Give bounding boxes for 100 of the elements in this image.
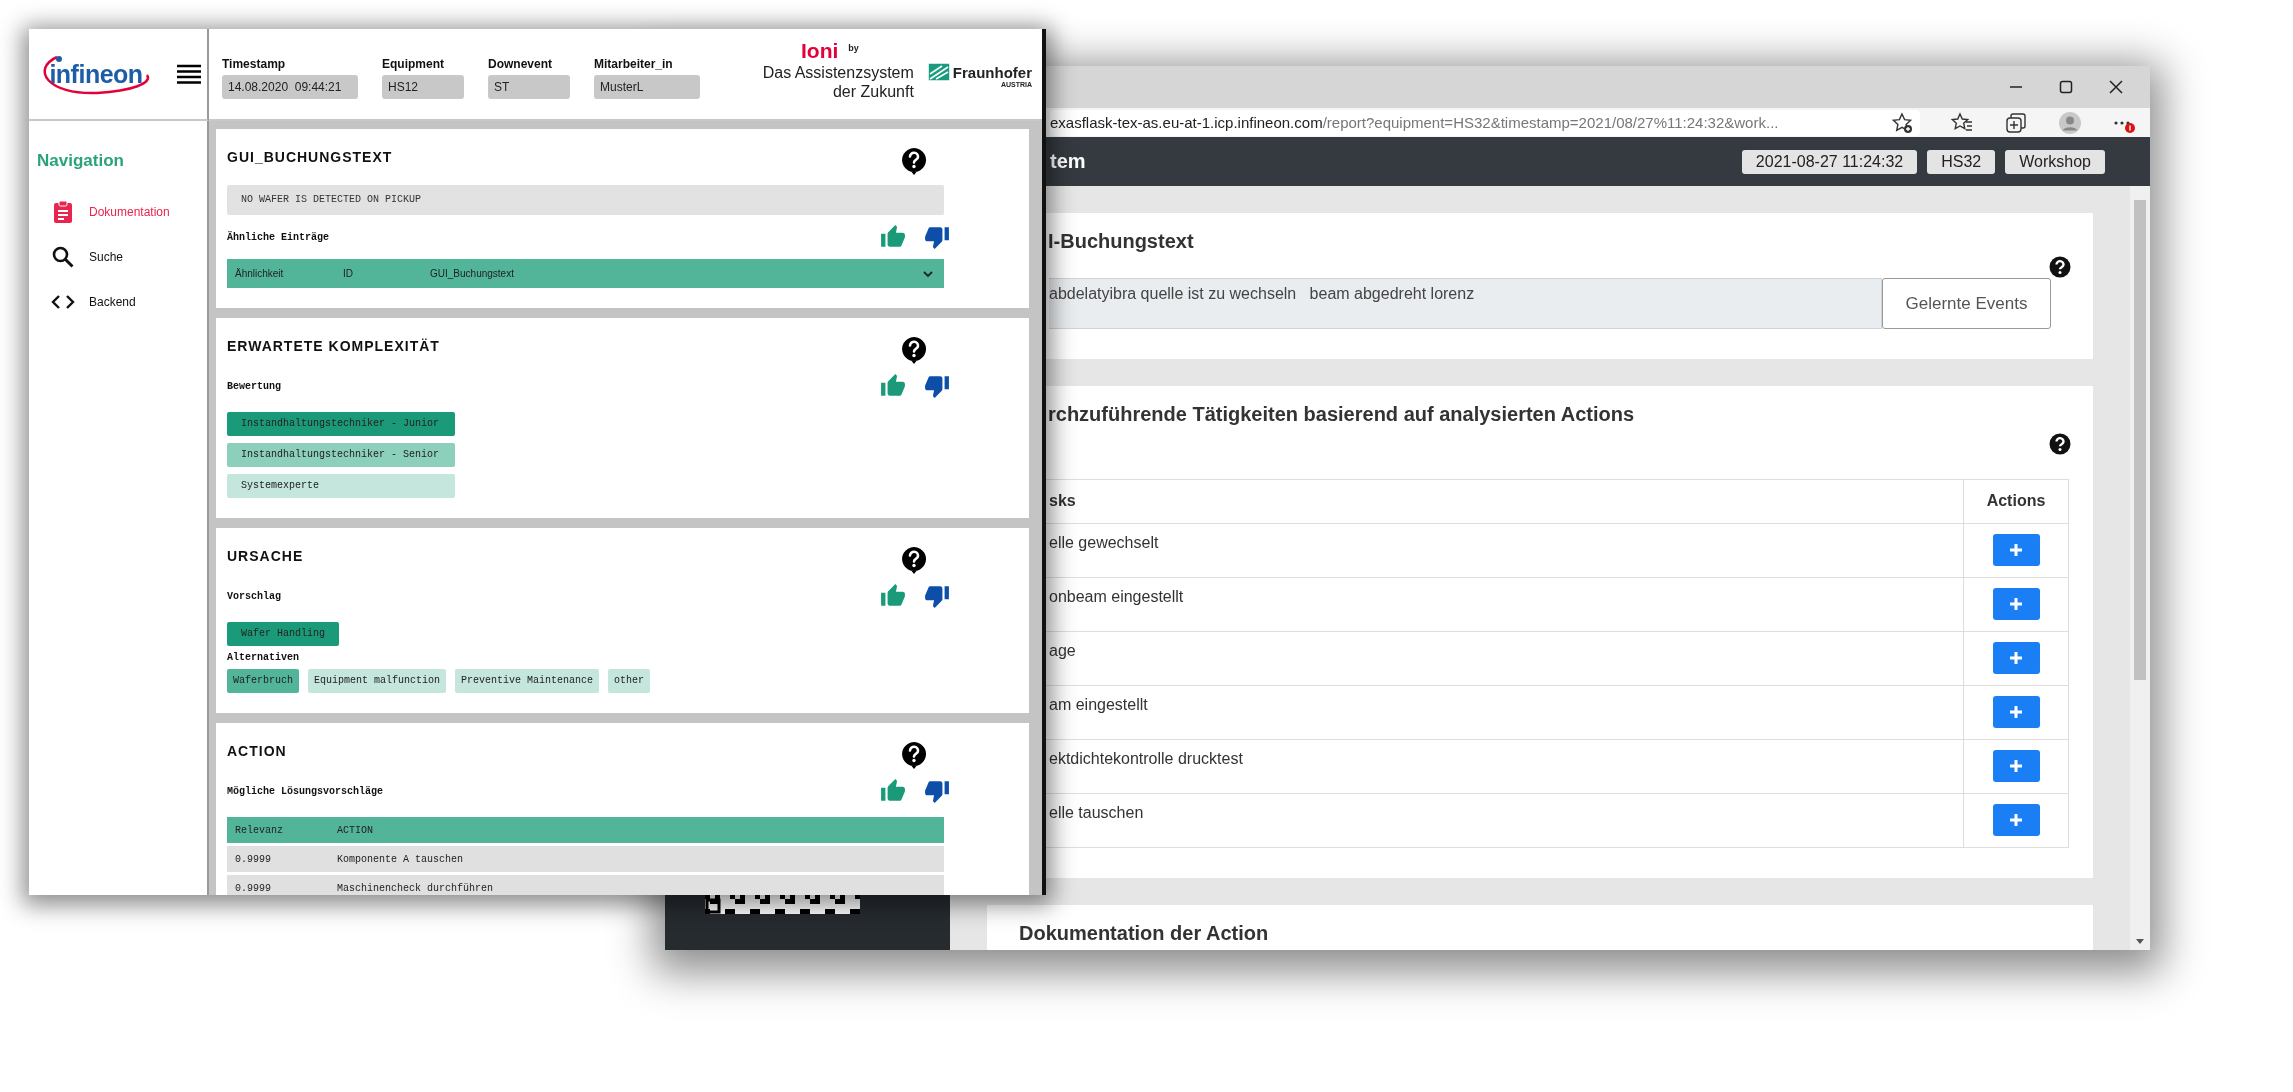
header-button[interactable]: 2021-08-27 11:24:32 bbox=[1741, 149, 1918, 174]
subtitle: Vorschlag bbox=[227, 590, 281, 602]
subtitle: Alternativen bbox=[227, 652, 300, 663]
navigation-title: Navigation bbox=[37, 151, 125, 171]
alternative-tag[interactable]: Waferbruch bbox=[227, 669, 299, 693]
rating-option[interactable]: Instandhaltungstechniker - Senior bbox=[227, 443, 455, 467]
text-area[interactable]: abdelatyibra quelle ist zu wechseln beam abgedreht lorenz bbox=[1049, 278, 1882, 329]
section-title: Dokumentation der Action bbox=[1018, 921, 1270, 946]
text-field[interactable]: NO WAFER IS DETECTED ON PICKUP bbox=[227, 185, 944, 215]
subtitle: Bewertung bbox=[227, 380, 281, 392]
dropdown-label: ID bbox=[342, 268, 354, 279]
dropdown-label: GUI_Buchungstext bbox=[429, 268, 514, 279]
nav-item[interactable]: Dokumentation bbox=[37, 189, 207, 234]
rating-option[interactable]: Instandhaltungstechniker - Junior bbox=[227, 412, 455, 436]
add-button[interactable] bbox=[1992, 750, 2040, 782]
thumbs-down-icon[interactable] bbox=[924, 373, 950, 399]
alternative-tag[interactable]: Preventive Maintenance bbox=[455, 669, 600, 693]
url-host: exasflask-tex-as.eu-at-1.icp.infineon.com bbox=[1050, 114, 1323, 131]
thumbs-down-icon[interactable] bbox=[924, 583, 950, 609]
column-header: Actions bbox=[1963, 480, 2068, 523]
add-button[interactable] bbox=[1992, 642, 2040, 674]
help-icon[interactable] bbox=[901, 336, 927, 364]
card-title: GUI_BUCHUNGSTEXT bbox=[227, 149, 393, 165]
thumbs-up-icon[interactable] bbox=[880, 583, 906, 609]
brand-tagline: Das Assistenzsystem bbox=[762, 63, 914, 82]
plus-icon bbox=[2008, 596, 2024, 612]
suggestion-tag[interactable]: Wafer Handling bbox=[227, 622, 339, 646]
thumbs-down-icon[interactable] bbox=[924, 778, 950, 804]
table-cell-text: 0.9999 bbox=[234, 882, 272, 894]
table-cell-text: am eingestellt bbox=[1048, 695, 1149, 715]
table-cell-text: onbeam eingestellt bbox=[1048, 587, 1185, 607]
table-cell-text: age bbox=[1048, 641, 1077, 661]
card-title: ACTION bbox=[227, 743, 287, 759]
add-button[interactable] bbox=[1992, 804, 2040, 836]
alternative-tag[interactable]: other bbox=[608, 669, 651, 693]
field-value[interactable]: 14.08.2020 09:44:21 bbox=[222, 75, 358, 99]
thumbs-up-icon[interactable] bbox=[880, 224, 906, 250]
thumbs-down-icon[interactable] bbox=[924, 224, 950, 250]
collections-icon[interactable] bbox=[2004, 110, 2028, 135]
add-button[interactable] bbox=[1992, 696, 2040, 728]
rating-option[interactable]: Systemexperte bbox=[227, 474, 455, 498]
thumbs-up-icon[interactable] bbox=[880, 373, 906, 399]
help-icon[interactable] bbox=[2049, 256, 2071, 278]
plus-icon bbox=[2008, 650, 2024, 666]
url-path: /report?equipment=HS32&timestamp=2021/08/27%11:24:32&work... bbox=[1322, 114, 1779, 131]
alternative-tag[interactable]: Equipment malfunction bbox=[308, 669, 447, 693]
help-icon[interactable] bbox=[901, 741, 927, 769]
app-title: tem bbox=[1050, 150, 1086, 173]
table-cell-text: ektdichtekontrolle drucktest bbox=[1048, 749, 1244, 769]
field-value[interactable]: MusterL bbox=[594, 75, 700, 99]
company-logo: infineon bbox=[37, 49, 155, 99]
plus-icon bbox=[2008, 812, 2024, 828]
table-cell-text: elle tauschen bbox=[1048, 803, 1145, 823]
add-button[interactable] bbox=[1992, 588, 2040, 620]
column-header: Relevanz bbox=[234, 824, 284, 836]
header-button[interactable]: Workshop bbox=[2005, 149, 2105, 174]
brand-by: by bbox=[848, 42, 859, 55]
thumbs-up-icon[interactable] bbox=[880, 778, 906, 804]
table-row[interactable]: 0.9999 Maschinencheck durchführen bbox=[227, 875, 944, 895]
table-cell-text: Komponente A tauschen bbox=[336, 853, 464, 865]
field-label: Timestamp bbox=[222, 57, 287, 71]
column-header: sks bbox=[1048, 491, 1077, 511]
subtitle: Ähnliche Einträge bbox=[227, 231, 330, 243]
section-title: I-Buchungstext bbox=[1047, 229, 1195, 254]
nav-item[interactable]: Backend bbox=[37, 279, 207, 324]
partner-logo-icon bbox=[927, 63, 950, 81]
card-title: URSACHE bbox=[227, 548, 304, 564]
table-cell-text: Maschinencheck durchführen bbox=[336, 882, 494, 894]
search-icon bbox=[51, 244, 75, 269]
profile-icon[interactable] bbox=[2058, 110, 2082, 135]
brand-name: Ioni bbox=[801, 39, 839, 63]
subtitle: Mögliche Lösungsvorschläge bbox=[227, 785, 384, 797]
help-icon[interactable] bbox=[901, 147, 927, 175]
header-button[interactable]: HS32 bbox=[1927, 149, 1996, 174]
field-value[interactable]: ST bbox=[488, 75, 570, 99]
section-title: rchzuführende Tätigkeiten basierend auf analysierten Actions bbox=[1047, 402, 1636, 427]
field-label: Downevent bbox=[488, 57, 553, 71]
field-value[interactable]: HS12 bbox=[382, 75, 464, 99]
table-row[interactable]: 0.9999 Komponente A tauschen bbox=[227, 846, 944, 872]
add-button[interactable] bbox=[1992, 534, 2040, 566]
partner-name: Fraunhofer bbox=[952, 63, 1032, 81]
star-plus-icon[interactable] bbox=[1890, 110, 1914, 135]
help-icon[interactable] bbox=[2049, 433, 2071, 455]
field-label: Mitarbeiter_in bbox=[594, 57, 674, 71]
scrollbar-thumb[interactable] bbox=[2134, 200, 2146, 680]
field-label: Equipment bbox=[382, 57, 445, 71]
table-cell-text: elle gewechselt bbox=[1048, 533, 1160, 553]
column-header: ACTION bbox=[336, 824, 373, 836]
address-field[interactable]: exasflask-tex-as.eu-at-1.icp.infineon.com/report?equipment=HS32&timestamp=2021/08/27%11:24:32&work... bbox=[1050, 109, 1920, 136]
help-icon[interactable] bbox=[901, 546, 927, 574]
menu-icon[interactable] bbox=[177, 64, 201, 84]
brand-tagline: der Zukunft bbox=[832, 82, 914, 101]
clipboard-icon bbox=[51, 199, 75, 224]
plus-icon bbox=[2008, 542, 2024, 558]
dropdown[interactable]: Ähnlichkeit ID GUI_Buchungstext bbox=[227, 259, 944, 288]
table-cell-text: 0.9999 bbox=[234, 853, 272, 865]
scroll-down-icon[interactable] bbox=[2135, 936, 2145, 946]
nav-item[interactable]: Suche bbox=[37, 234, 207, 279]
learned-events-button[interactable]: Gelernte Events bbox=[1882, 278, 2051, 329]
dropdown-label: Ähnlichkeit bbox=[234, 268, 285, 279]
